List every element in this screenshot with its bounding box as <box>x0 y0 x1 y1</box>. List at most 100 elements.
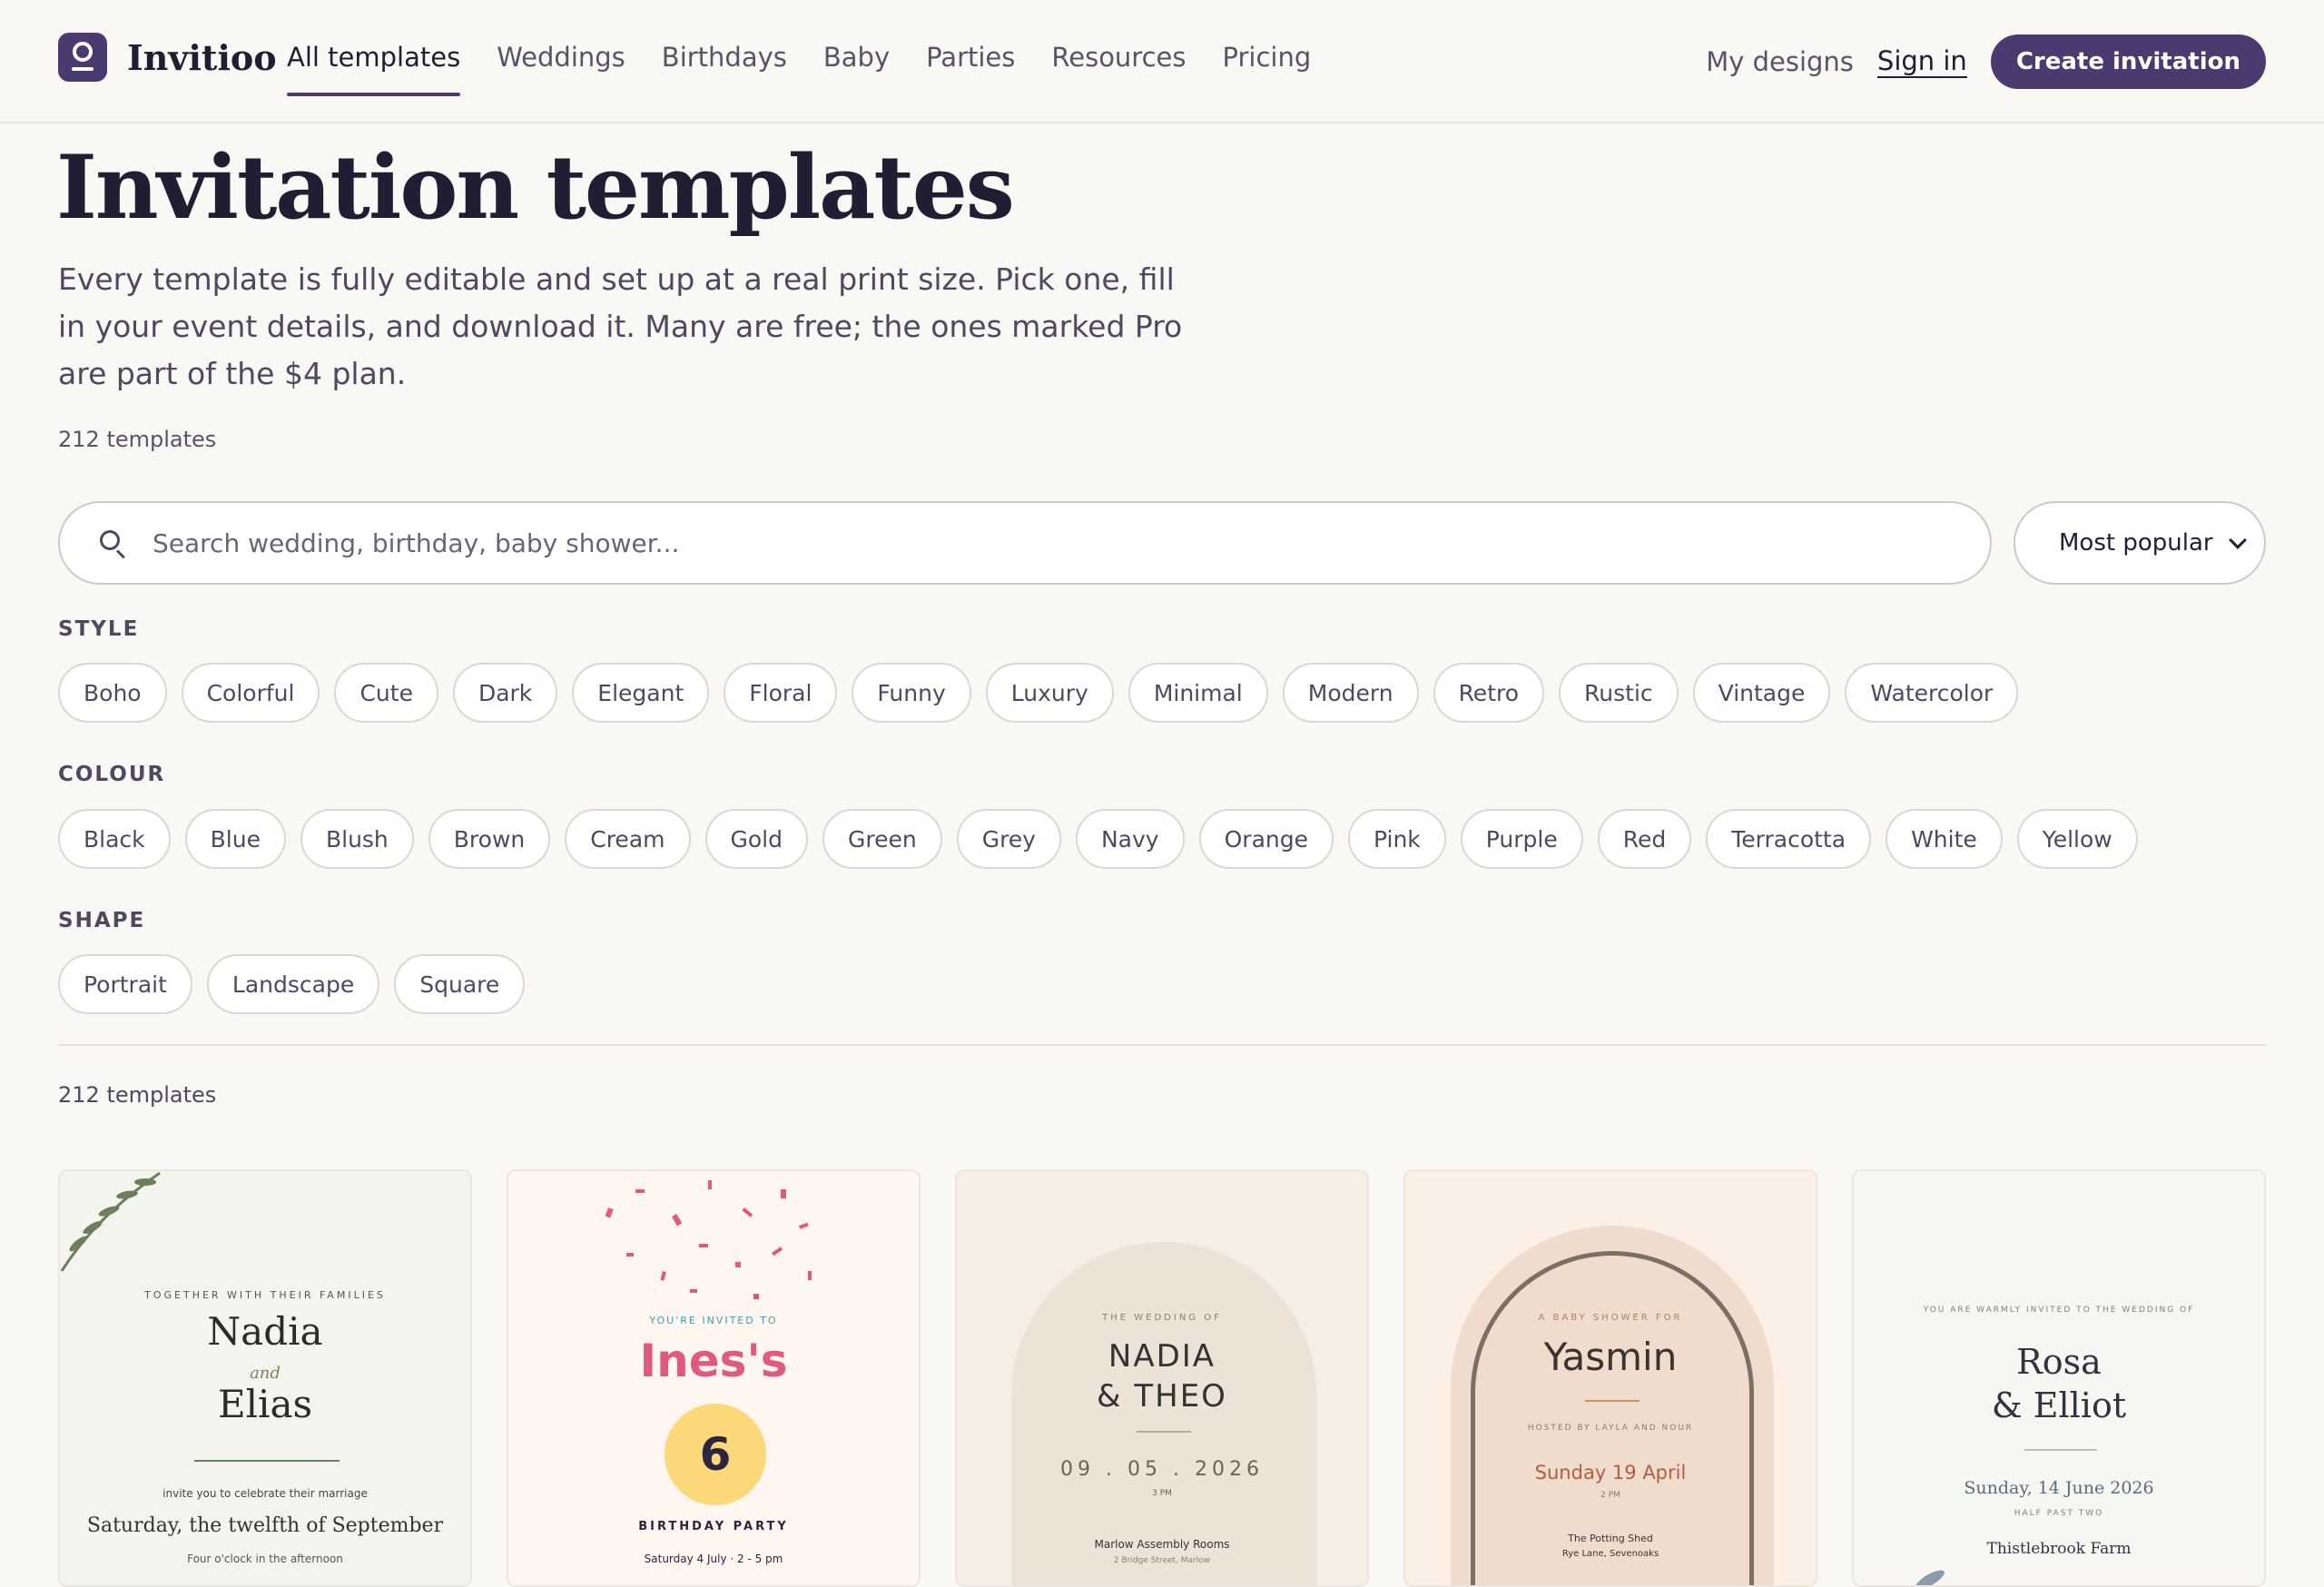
divider-line <box>1137 1431 1191 1433</box>
shape-chip-landscape[interactable]: Landscape <box>206 954 380 1014</box>
card-kicker: THE WEDDING OF <box>1102 1313 1222 1323</box>
style-chip-boho[interactable]: Boho <box>58 663 167 723</box>
divider-line <box>2024 1449 2097 1451</box>
card-event: BIRTHDAY PARTY <box>638 1520 789 1533</box>
sort-select[interactable]: Most popular <box>2014 501 2266 585</box>
leaf-branch-icon <box>60 1171 161 1272</box>
colour-filter-label: COLOUR <box>58 763 166 786</box>
template-card[interactable]: THE WEDDING OF NADIA & THEO 09 . 05 . 20… <box>955 1169 1369 1587</box>
template-card[interactable]: YOU ARE WARMLY INVITED TO THE WEDDING OF… <box>1852 1169 2266 1587</box>
card-address: Rye Lane, Sevenoaks <box>1561 1549 1659 1559</box>
style-chip-modern[interactable]: Modern <box>1282 663 1419 723</box>
card-name: Ines's <box>639 1335 788 1387</box>
style-chip-watercolor[interactable]: Watercolor <box>1845 663 2019 723</box>
style-chip-floral[interactable]: Floral <box>724 663 838 723</box>
card-kicker: A BABY SHOWER FOR <box>1538 1313 1683 1323</box>
page-title: Invitation templates <box>56 136 1015 239</box>
style-chip-cute[interactable]: Cute <box>334 663 438 723</box>
nav-all-templates[interactable]: All templates <box>287 42 461 96</box>
nav-resources[interactable]: Resources <box>1051 42 1186 96</box>
search-icon <box>100 530 125 559</box>
style-chip-luxury[interactable]: Luxury <box>985 663 1114 723</box>
colour-chip-yellow[interactable]: Yellow <box>2016 809 2138 869</box>
search-input[interactable] <box>153 503 1950 583</box>
style-chip-funny[interactable]: Funny <box>852 663 971 723</box>
colour-chip-orange[interactable]: Orange <box>1198 809 1334 869</box>
card-time: 2 PM <box>1600 1491 1620 1500</box>
page-description: Every template is fully editable and set… <box>58 261 1183 391</box>
card-venue: The Potting Shed <box>1568 1533 1653 1544</box>
card-date: 09 . 05 . 2026 <box>1060 1458 1264 1481</box>
colour-filter-chips: Black Blue Blush Brown Cream Gold Green Grey Nav… <box>58 809 2138 869</box>
colour-chip-brown[interactable]: Brown <box>428 809 551 869</box>
logo[interactable]: Invitioo <box>58 33 277 82</box>
card-name: Yasmin <box>1543 1335 1678 1379</box>
age-badge: 6 <box>665 1404 766 1505</box>
nav-birthdays[interactable]: Birthdays <box>662 42 787 96</box>
results-count: 212 templates <box>58 1082 217 1108</box>
card-kicker: TOGETHER WITH THEIR FAMILIES <box>144 1289 386 1301</box>
style-filter-chips: Boho Colorful Cute Dark Elegant Floral Funny Lu… <box>58 663 2019 723</box>
colour-chip-purple[interactable]: Purple <box>1460 809 1583 869</box>
card-date: Sunday, 14 June 2026 <box>1964 1478 2154 1498</box>
colour-chip-white[interactable]: White <box>1886 809 2003 869</box>
divider <box>58 1044 2266 1046</box>
style-chip-rustic[interactable]: Rustic <box>1559 663 1679 723</box>
card-kicker: YOU'RE INVITED TO <box>649 1315 778 1326</box>
chevron-down-icon <box>2229 531 2247 549</box>
template-card[interactable]: YOU'RE INVITED TO Ines's 6 BIRTHDAY PART… <box>507 1169 921 1587</box>
colour-chip-blue[interactable]: Blue <box>184 809 286 869</box>
card-name: Elias <box>217 1382 313 1426</box>
nav-baby[interactable]: Baby <box>823 42 890 96</box>
colour-chip-grey[interactable]: Grey <box>956 809 1061 869</box>
sign-in-link[interactable]: Sign in <box>1876 45 1967 78</box>
template-card[interactable]: A BABY SHOWER FOR Yasmin HOSTED BY LAYLA… <box>1403 1169 1817 1587</box>
style-chip-dark[interactable]: Dark <box>452 663 558 723</box>
arch-frame <box>1011 1242 1316 1585</box>
nav-weddings[interactable]: Weddings <box>497 42 625 96</box>
logo-icon <box>58 33 107 82</box>
card-date: Saturday, the twelfth of September <box>86 1514 444 1537</box>
leaf-icon <box>1915 1570 1945 1585</box>
style-chip-retro[interactable]: Retro <box>1433 663 1545 723</box>
colour-chip-gold[interactable]: Gold <box>704 809 808 869</box>
shape-chip-portrait[interactable]: Portrait <box>58 954 192 1014</box>
site-header: Invitioo All templates Weddings Birthday… <box>0 0 2324 123</box>
colour-chip-green[interactable]: Green <box>822 809 942 869</box>
brand-name: Invitioo <box>127 36 277 78</box>
search-box[interactable] <box>58 501 1992 585</box>
nav-pricing[interactable]: Pricing <box>1223 42 1312 96</box>
card-date: Saturday 4 July · 2 - 5 pm <box>644 1552 783 1565</box>
card-time: Four o'clock in the afternoon <box>187 1552 343 1565</box>
main-nav: All templates Weddings Birthdays Baby Pa… <box>287 42 1311 96</box>
style-filter-label: STYLE <box>58 617 140 641</box>
colour-chip-blush[interactable]: Blush <box>300 809 414 869</box>
my-designs-link[interactable]: My designs <box>1706 46 1854 77</box>
template-count: 212 templates <box>58 427 217 452</box>
card-name: & Elliot <box>1991 1385 2127 1425</box>
card-name: Rosa <box>2016 1342 2102 1382</box>
card-date: Sunday 19 April <box>1534 1462 1687 1484</box>
colour-chip-black[interactable]: Black <box>58 809 171 869</box>
colour-chip-navy[interactable]: Navy <box>1075 809 1185 869</box>
shape-filter-chips: Portrait Landscape Square <box>58 954 526 1014</box>
shape-chip-square[interactable]: Square <box>394 954 526 1014</box>
colour-chip-cream[interactable]: Cream <box>565 809 691 869</box>
colour-chip-red[interactable]: Red <box>1597 809 1692 869</box>
shape-filter-label: SHAPE <box>58 909 146 932</box>
nav-parties[interactable]: Parties <box>926 42 1015 96</box>
style-chip-elegant[interactable]: Elegant <box>572 663 710 723</box>
create-invitation-button[interactable]: Create invitation <box>1990 34 2266 89</box>
card-name: NADIA <box>1108 1338 1216 1375</box>
style-chip-minimal[interactable]: Minimal <box>1128 663 1268 723</box>
card-address: 2 Bridge Street, Marlow <box>1113 1556 1211 1565</box>
template-grid: TOGETHER WITH THEIR FAMILIES Nadia and E… <box>58 1169 2266 1587</box>
card-name: Nadia <box>207 1309 323 1354</box>
card-line: invite you to celebrate their marriage <box>162 1487 368 1500</box>
style-chip-colorful[interactable]: Colorful <box>181 663 320 723</box>
colour-chip-terracotta[interactable]: Terracotta <box>1706 809 1872 869</box>
card-name: & THEO <box>1097 1378 1227 1414</box>
colour-chip-pink[interactable]: Pink <box>1347 809 1446 869</box>
template-card[interactable]: TOGETHER WITH THEIR FAMILIES Nadia and E… <box>58 1169 472 1587</box>
style-chip-vintage[interactable]: Vintage <box>1692 663 1831 723</box>
